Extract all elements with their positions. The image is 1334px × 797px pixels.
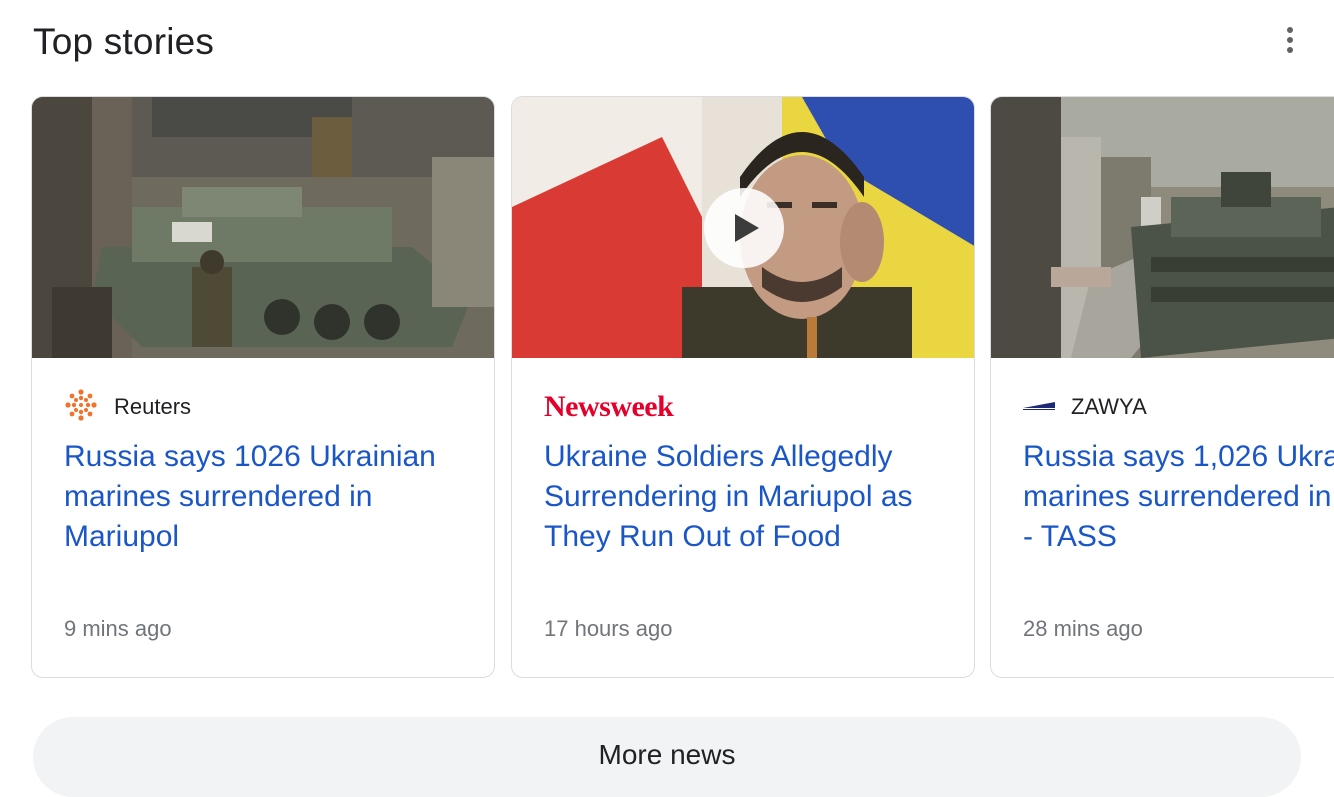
reuters-logo-icon <box>64 388 98 427</box>
more-vert-icon <box>1287 37 1293 43</box>
story-card[interactable]: Newsweek Ukraine Soldiers Allegedly Surr… <box>511 96 975 678</box>
zawya-logo-icon <box>1023 398 1055 417</box>
newsweek-logo: Newsweek <box>544 390 674 423</box>
more-vert-icon <box>1287 27 1293 33</box>
play-icon <box>735 214 759 242</box>
section-title: Top stories <box>33 21 215 62</box>
story-headline-text: Russia says 1,026 Ukrainian marines surr… <box>1023 440 1334 553</box>
stories-carousel[interactable]: Reuters Russia says 1026 Ukrainian marin… <box>0 96 1334 682</box>
story-headline[interactable]: Russia says 1026 Ukrainian marines surre… <box>64 437 484 557</box>
top-stories-header: Top stories <box>0 0 1334 90</box>
story-headline[interactable]: Russia says 1,026 Ukrainian marines surr… <box>1023 437 1334 557</box>
story-card[interactable]: Reuters Russia says 1026 Ukrainian marin… <box>31 96 495 678</box>
story-thumbnail <box>32 97 494 358</box>
source-row: Newsweek <box>544 390 674 423</box>
story-timestamp: 28 mins ago <box>1023 616 1143 641</box>
play-video-button[interactable] <box>704 188 784 268</box>
story-headline[interactable]: Ukraine Soldiers Allegedly Surrendering … <box>544 437 964 557</box>
source-name: Reuters <box>114 394 192 419</box>
story-timestamp: 9 mins ago <box>64 616 172 641</box>
more-news-button[interactable]: More news <box>33 717 1301 797</box>
story-thumbnail <box>991 97 1334 358</box>
more-options-button[interactable] <box>1270 20 1310 60</box>
source-name: ZAWYA <box>1071 394 1147 419</box>
more-news-label: More news <box>598 739 736 770</box>
source-row: ZAWYA <box>1023 391 1147 423</box>
story-timestamp: 17 hours ago <box>544 616 673 641</box>
story-thumbnail <box>512 97 974 358</box>
story-card[interactable]: ZAWYA Russia says 1,026 Ukrainian marine… <box>990 96 1334 678</box>
more-vert-icon <box>1287 47 1293 53</box>
source-row: Reuters <box>64 388 192 423</box>
